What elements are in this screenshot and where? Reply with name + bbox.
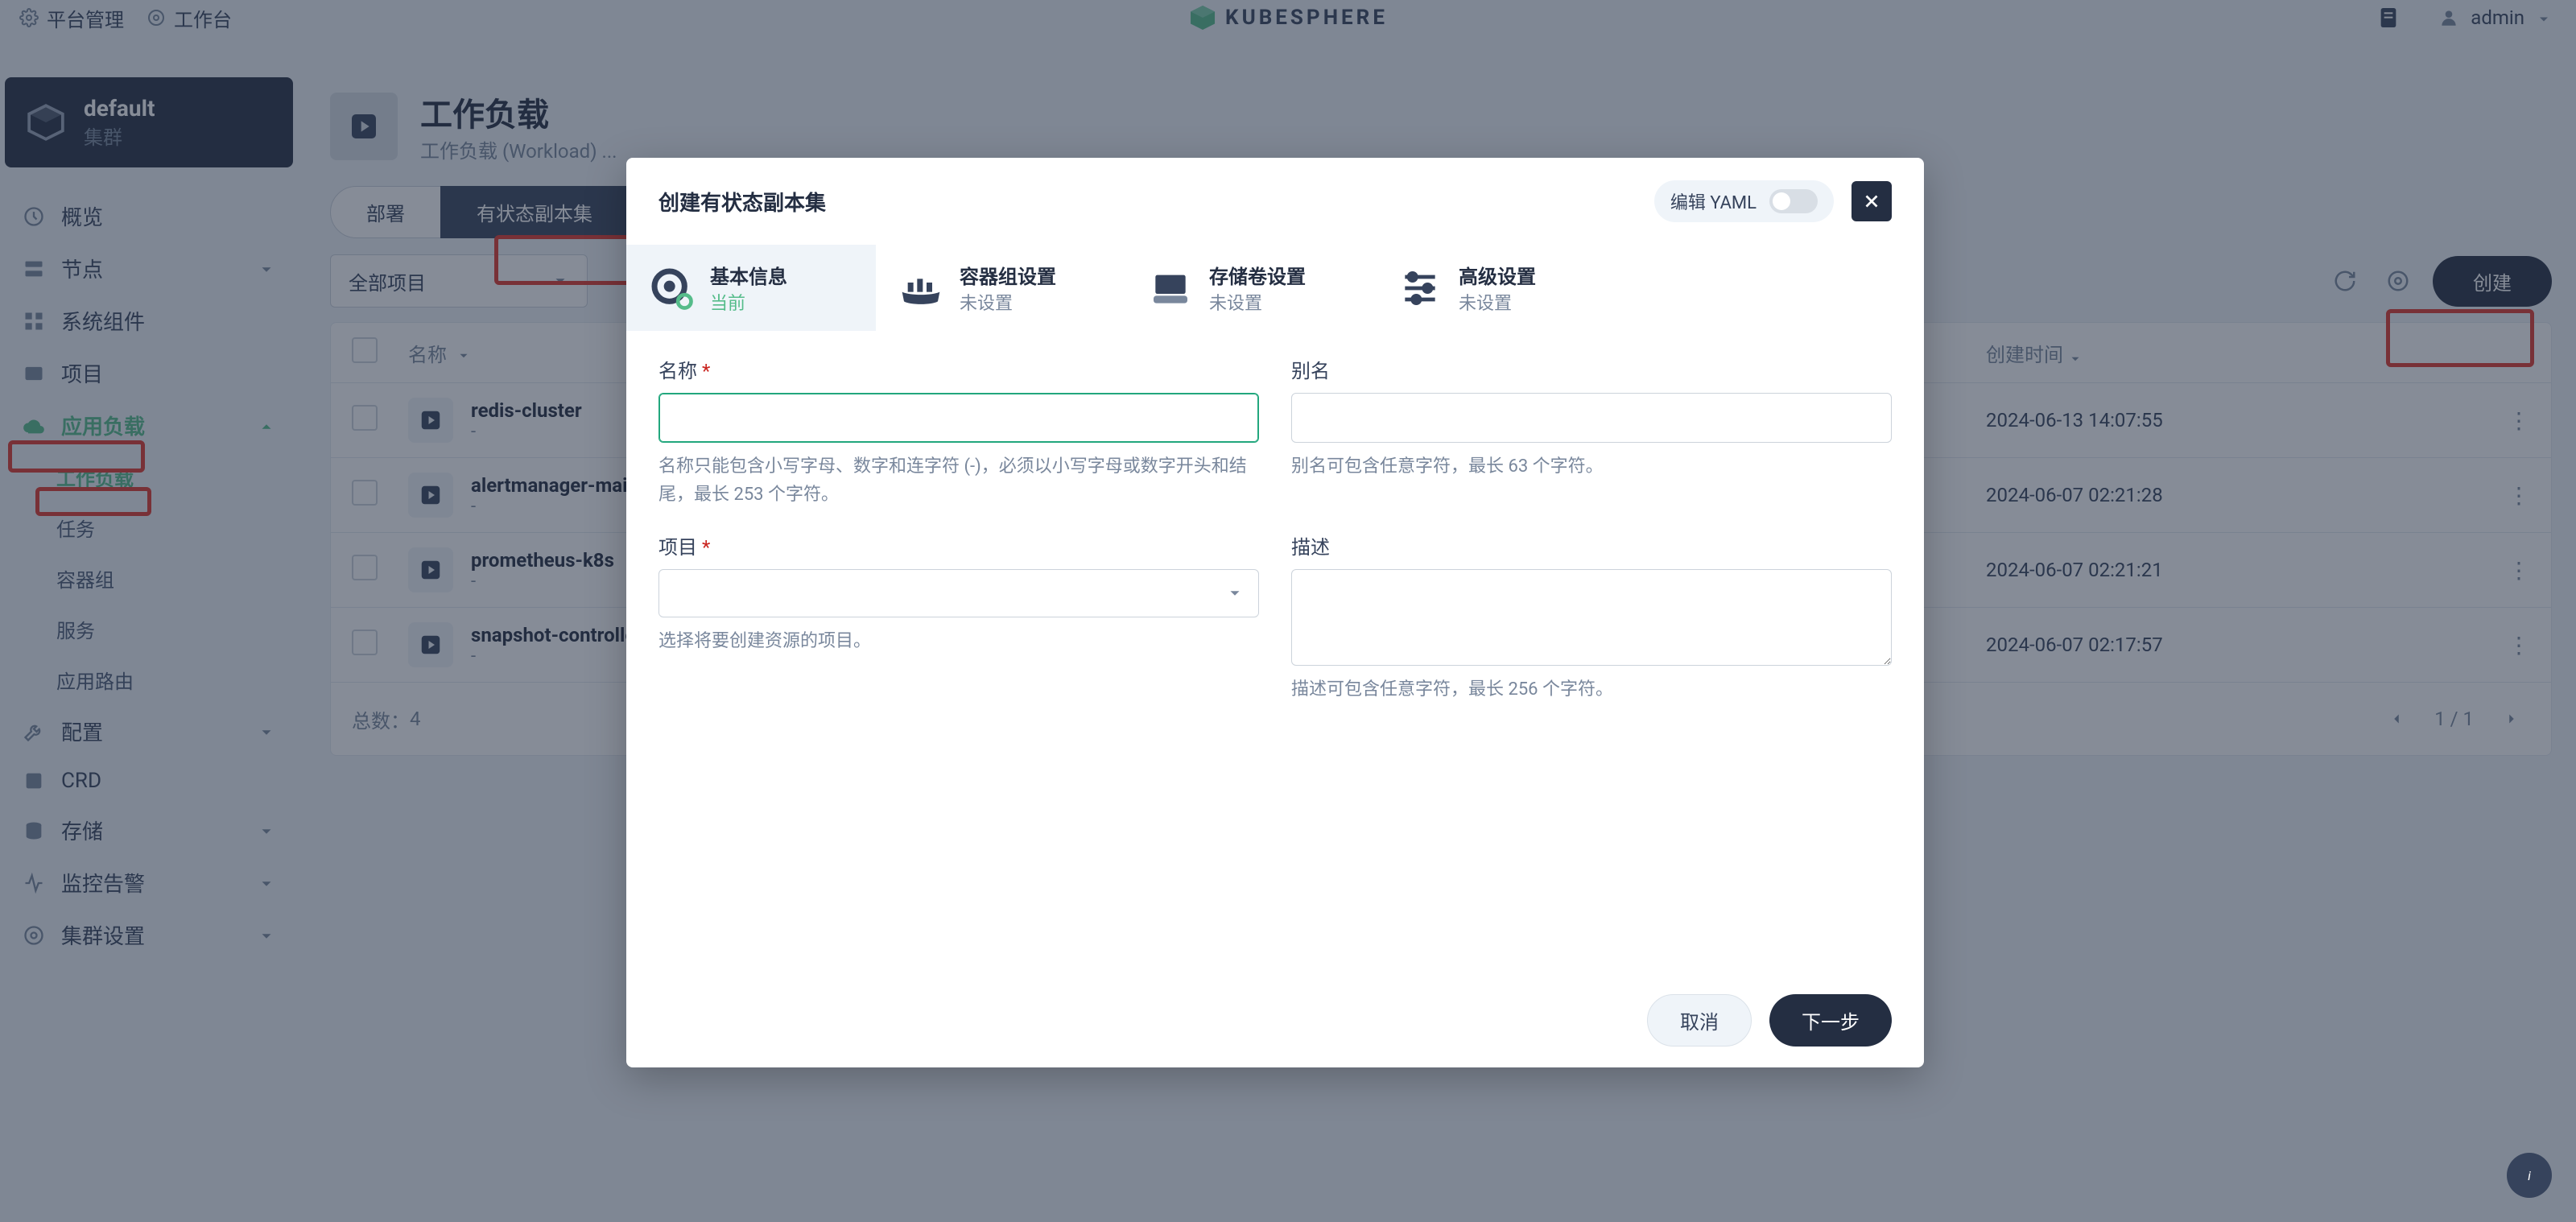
required-mark: * (702, 360, 710, 382)
edit-yaml-toggle[interactable]: 编辑 YAML (1654, 180, 1834, 222)
step-label: 基本信息 (710, 261, 787, 289)
step-label: 高级设置 (1459, 261, 1536, 289)
switch-icon (1769, 189, 1818, 213)
step-label: 容器组设置 (960, 261, 1056, 289)
alias-label: 别名 (1291, 355, 1892, 383)
required-mark: * (702, 536, 710, 559)
cancel-button[interactable]: 取消 (1647, 994, 1752, 1047)
step-advanced[interactable]: 高级设置未设置 (1375, 245, 1624, 331)
volume-icon (1148, 266, 1193, 311)
step-sub: 未设置 (1459, 289, 1536, 315)
step-sub: 未设置 (960, 289, 1056, 315)
chevron-down-icon (1226, 584, 1244, 602)
desc-help: 描述可包含任意字符，最长 256 个字符。 (1291, 675, 1892, 704)
close-button[interactable] (1852, 181, 1892, 221)
edit-yaml-label: 编辑 YAML (1670, 188, 1757, 214)
desc-textarea[interactable] (1291, 569, 1892, 666)
desc-label: 描述 (1291, 531, 1892, 559)
project-label: 项目 (658, 536, 697, 559)
step-sub: 未设置 (1209, 289, 1306, 315)
project-select[interactable] (658, 569, 1259, 617)
name-input[interactable] (658, 393, 1259, 443)
project-help: 选择将要创建资源的项目。 (658, 627, 1259, 655)
name-help: 名称只能包含小写字母、数字和连字符 (-)，必须以小写字母或数字开头和结尾，最长… (658, 452, 1259, 509)
sliders-icon (1397, 266, 1443, 311)
container-icon (898, 266, 943, 311)
name-label: 名称 (658, 360, 697, 382)
create-statefulset-modal: 创建有状态副本集 编辑 YAML 基本信息当前 容器组设置未设置 存储卷设置未设… (626, 158, 1924, 1067)
step-volume[interactable]: 存储卷设置未设置 (1125, 245, 1375, 331)
step-label: 存储卷设置 (1209, 261, 1306, 289)
next-button[interactable]: 下一步 (1769, 994, 1892, 1047)
modal-title: 创建有状态副本集 (658, 187, 826, 217)
alias-input[interactable] (1291, 393, 1892, 443)
help-fab[interactable]: i (2507, 1153, 2552, 1198)
step-sub: 当前 (710, 289, 787, 315)
alias-help: 别名可包含任意字符，最长 63 个字符。 (1291, 452, 1892, 481)
step-pod[interactable]: 容器组设置未设置 (876, 245, 1125, 331)
target-icon (649, 266, 694, 311)
step-basic[interactable]: 基本信息当前 (626, 245, 876, 331)
